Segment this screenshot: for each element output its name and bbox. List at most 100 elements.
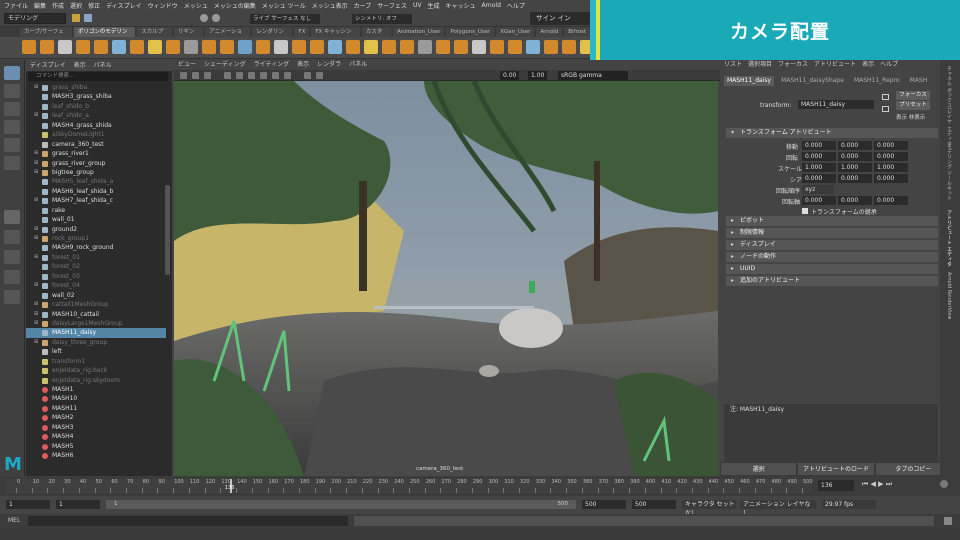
viewport-menu-item[interactable]: ビュー [178,60,196,70]
mode-dropdown[interactable]: モデリング [4,13,66,24]
shelf-tool-icon[interactable] [40,40,54,54]
live-surface-field[interactable]: ライブ サーフェス なし [250,14,320,24]
shelf-tab[interactable]: レンダリング [252,27,293,45]
outliner-row[interactable]: wall_01 [26,215,166,224]
expand-icon[interactable]: ⊞ [34,225,38,234]
shelf-tool-icon[interactable] [454,40,468,54]
shelf-tool-icon[interactable] [472,40,486,54]
shelf-tool-icon[interactable] [166,40,180,54]
shelf-tab[interactable]: リギング [173,27,204,45]
scale-tool-icon[interactable] [4,156,20,170]
shelf-tool-icon[interactable] [508,40,522,54]
shelf-tool-icon[interactable] [400,40,414,54]
scale-y-field[interactable]: 1.000 [838,163,872,172]
menu-item[interactable]: Arnold [481,2,500,9]
shelf-tab[interactable]: FX キャッシング [311,27,360,45]
shelf-tool-icon[interactable] [238,40,252,54]
attr-tab[interactable]: MASH11_daisy [724,76,775,86]
outliner-row[interactable]: MASH10 [26,394,166,403]
sign-in-button[interactable]: サイン イン [530,12,590,25]
attr-menu-item[interactable]: ヘルプ [880,60,898,70]
viewport-3d[interactable]: camera_360_test [174,81,718,476]
select-button[interactable]: 選択 [720,462,798,476]
outliner-menu-item[interactable]: 表示 [74,60,86,71]
attr-menu-item[interactable]: フォーカス [778,60,808,70]
snap-curve-icon[interactable] [212,14,220,22]
side-tab-attribute-editor[interactable]: アトリビュート エディタ [946,210,953,267]
load-attributes-button[interactable]: アトリビュートのロード [797,462,875,476]
outliner-row[interactable]: ⊞ grass_shiba [26,83,166,92]
shelf-tool-icon[interactable] [58,40,72,54]
paint-select-tool-icon[interactable] [4,102,20,116]
viewport-menu-item[interactable]: 表示 [297,60,309,70]
section-node-behavior[interactable]: ノードの動作 [726,252,938,262]
outliner-row[interactable]: ⊞ forest_01 [26,253,166,262]
time-slider-bar[interactable]: 136 0 10 20 30 40 50 60 70 80 90 100 110 120 130 140 15… [6,479,813,493]
expand-icon[interactable]: ⊞ [34,196,38,205]
playback-start-field[interactable]: 1 [56,500,100,509]
viewport-menu-item[interactable]: パネル [349,60,367,70]
input-connection-icon[interactable] [882,94,889,100]
shelf-tool-icon[interactable] [346,40,360,54]
rotate-axis-x-field[interactable]: 0.000 [802,196,836,205]
outliner-scrollbar[interactable] [165,185,170,275]
expand-icon[interactable]: ⊞ [34,281,38,290]
light-icon[interactable] [272,72,279,79]
shelf-tool-icon[interactable] [292,40,306,54]
rotate-z-field[interactable]: 0.000 [874,152,908,161]
wireframe-icon[interactable] [236,72,243,79]
expand-icon[interactable]: ⊞ [34,234,38,243]
section-extra-attributes[interactable]: 追加のアトリビュート [726,276,938,286]
section-display[interactable]: ディスプレイ [726,240,938,250]
menu-item[interactable]: 生成 [427,1,439,10]
outliner-row[interactable]: MASH5_leaf_shida_a [26,177,166,186]
shear-x-field[interactable]: 0.000 [802,174,836,183]
side-tab-channel-box[interactable]: チャネル ボックス/レイヤ エディタ [946,66,953,146]
output-connection-icon[interactable] [882,106,889,112]
outliner-row[interactable]: MASH11 [26,404,166,413]
outliner-row[interactable]: MASH4_grass_shida [26,121,166,130]
shelf-tool-icon[interactable] [22,40,36,54]
translate-y-field[interactable]: 0.000 [838,141,872,150]
menu-item[interactable]: カーブ [354,1,372,10]
shelf-tool-icon[interactable] [544,40,558,54]
shelf-tool-icon[interactable] [130,40,144,54]
outliner-row[interactable]: ⊞ MASH10_cattail [26,310,166,319]
attr-menu-item[interactable]: アトリビュート [814,60,856,70]
shelf-tool-icon[interactable] [112,40,126,54]
viewport-menu-item[interactable]: レンダラ [317,60,341,70]
lasso-tool-icon[interactable] [4,84,20,98]
outliner-layout-icon[interactable] [4,270,20,284]
outliner-row[interactable]: MASH3_grass_shiba [26,92,166,101]
outliner-menu-item[interactable]: パネル [94,60,112,71]
bookmark-icon[interactable] [204,72,211,79]
outliner-row[interactable]: leaf_shido_b [26,102,166,111]
shelf-tab[interactable]: Animation_User [393,27,445,37]
outliner-row[interactable]: ⊞ leaf_shido_a [26,111,166,120]
menu-item[interactable]: 編集 [34,1,46,10]
shelf-tool-icon[interactable] [490,40,504,54]
shelf-tool-icon[interactable] [94,40,108,54]
shelf-tab[interactable]: Polygons_User [446,27,495,37]
shelf-tab[interactable]: アニメーション [205,27,251,45]
shelf-tool-icon[interactable] [274,40,288,54]
attr-menu-item[interactable]: 表示 [862,60,874,70]
translate-x-field[interactable]: 0.000 [802,141,836,150]
shelf-tool-icon[interactable] [202,40,216,54]
outliner-menu-item[interactable]: ディスプレイ [30,60,66,71]
outliner-row[interactable]: MASH1 [26,385,166,394]
rotate-y-field[interactable]: 0.000 [838,152,872,161]
gamma-field[interactable]: 1.00 [528,71,548,80]
attr-tab[interactable]: MASH [907,76,931,86]
attr-tab[interactable]: MASH11_Repro [851,76,903,86]
script-editor-icon[interactable] [944,517,952,525]
rotate-order-dropdown[interactable]: xyz [802,185,834,194]
menu-item[interactable]: サーフェス [377,1,407,10]
scale-x-field[interactable]: 1.000 [802,163,836,172]
menu-item[interactable]: メッシュの編集 [214,1,256,10]
menu-item[interactable]: ウィンドウ [148,1,178,10]
shelf-tool-icon[interactable] [256,40,270,54]
playback-settings-icon[interactable] [940,480,948,488]
anim-layer-dropdown[interactable]: アニメーション レイヤなし [740,500,816,517]
outliner-row[interactable]: forest_03 [26,272,166,281]
